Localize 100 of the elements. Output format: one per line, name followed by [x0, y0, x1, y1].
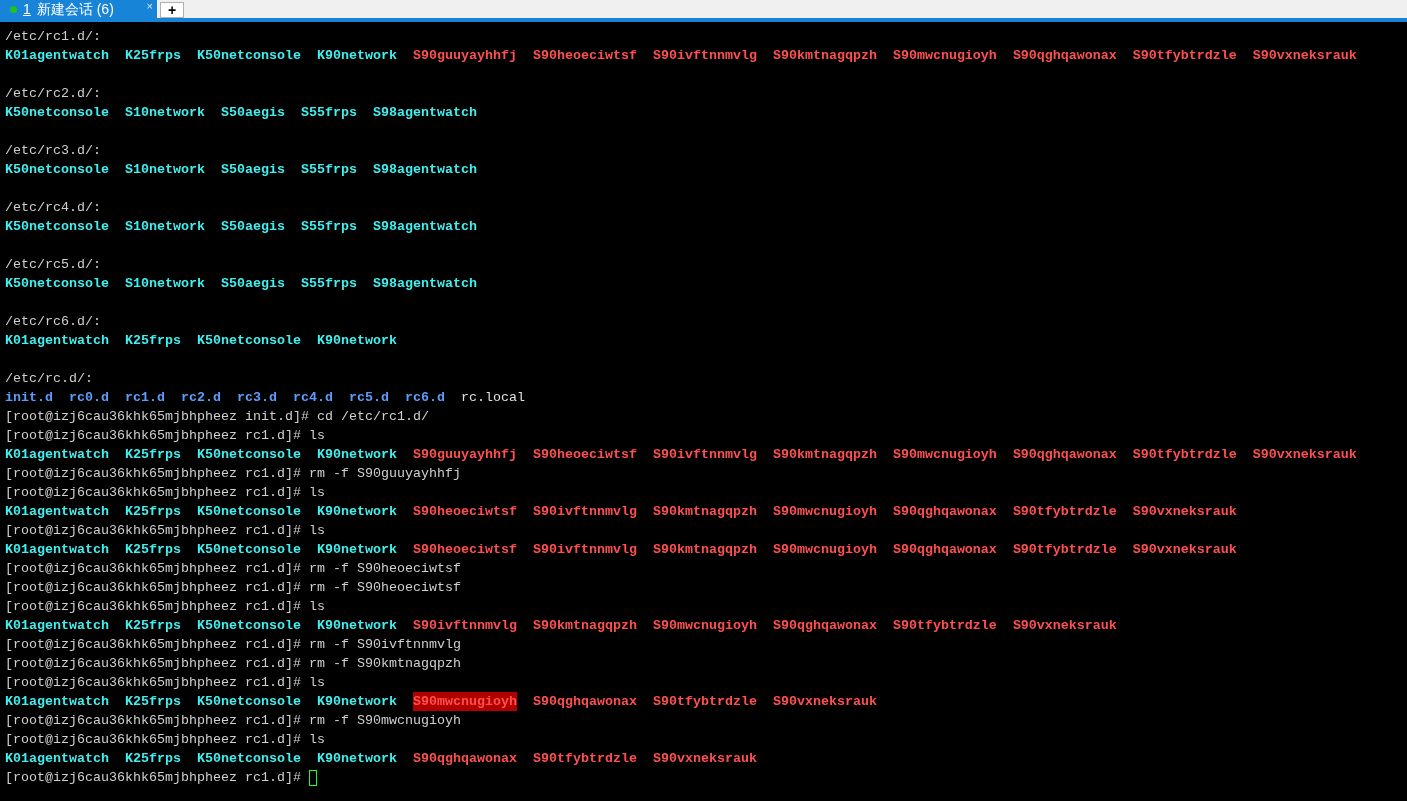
file-name: K25frps [125, 332, 181, 350]
file-name: K01agentwatch [5, 693, 109, 711]
file-name: S90mwcnugioyh [412, 692, 517, 711]
file-name: S50aegis [220, 161, 285, 179]
file-name: K90network [316, 693, 397, 711]
file-name: rc.local [461, 389, 525, 407]
file-name: S90heoeciwtsf [532, 47, 637, 65]
file-name: K50netconsole [5, 161, 109, 179]
file-name: S90qghqawonax [412, 750, 517, 768]
terminal-line: [root@izj6cau36khk65mjbhpheez rc1.d]# [5, 769, 301, 787]
session-tab[interactable]: 1 新建会话 (6) × [0, 0, 157, 18]
file-name: S90guuyayhhfj [412, 446, 517, 464]
file-name: S90vxneksrauk [1132, 503, 1237, 521]
file-name: S90heoeciwtsf [532, 446, 637, 464]
file-name: S90tfybtrdzle [532, 750, 637, 768]
file-name: S98agentwatch [372, 104, 477, 122]
file-name: S90ivftnnmvlg [532, 503, 637, 521]
file-name: S50aegis [220, 104, 285, 122]
file-name: K50netconsole [5, 218, 109, 236]
tab-title: 新建会话 (6) [36, 0, 114, 19]
file-name: S90kmtnagqpzh [772, 446, 877, 464]
file-name: S90kmtnagqpzh [652, 503, 757, 521]
file-name: S90heoeciwtsf [412, 541, 517, 559]
file-name: K01agentwatch [5, 47, 109, 65]
file-name: K50netconsole [197, 541, 301, 559]
file-name: K01agentwatch [5, 332, 109, 350]
terminal-line: /etc/rc.d/: [5, 370, 93, 388]
file-name: S90tfybtrdzle [1132, 47, 1237, 65]
file-name: K25frps [125, 446, 181, 464]
file-name: init.d [5, 389, 53, 407]
terminal-line: [root@izj6cau36khk65mjbhpheez rc1.d]# rm -f S90guuyayhhfj [5, 465, 461, 483]
file-name: S98agentwatch [372, 275, 477, 293]
file-name: S90mwcnugioyh [892, 446, 997, 464]
file-name: S55frps [300, 161, 357, 179]
file-name: K25frps [125, 541, 181, 559]
file-name: S90qghqawonax [532, 693, 637, 711]
file-name: S90tfybtrdzle [1012, 541, 1117, 559]
file-name: S90ivftnnmvlg [652, 446, 757, 464]
terminal-line: [root@izj6cau36khk65mjbhpheez rc1.d]# ls [5, 598, 325, 616]
file-name: S90tfybtrdzle [652, 693, 757, 711]
file-name: S98agentwatch [372, 218, 477, 236]
file-name: rc5.d [349, 389, 389, 407]
file-name: K01agentwatch [5, 541, 109, 559]
file-name: K01agentwatch [5, 750, 109, 768]
file-name: S90vxneksrauk [772, 693, 877, 711]
file-name: S90vxneksrauk [1252, 47, 1357, 65]
close-button[interactable]: × [146, 1, 153, 12]
file-name: S98agentwatch [372, 161, 477, 179]
file-name: K90network [316, 446, 397, 464]
file-name: S55frps [300, 104, 357, 122]
file-name: S10network [125, 161, 205, 179]
terminal-line: /etc/rc1.d/: [5, 28, 101, 46]
file-name: S50aegis [220, 218, 285, 236]
terminal-line: [root@izj6cau36khk65mjbhpheez rc1.d]# ls [5, 674, 325, 692]
file-name: S90tfybtrdzle [1132, 446, 1237, 464]
file-name: K90network [316, 332, 397, 350]
file-name: S90kmtnagqpzh [652, 541, 757, 559]
terminal-line: /etc/rc5.d/: [5, 256, 101, 274]
file-name: K90network [316, 617, 397, 635]
file-name: S10network [125, 275, 205, 293]
file-name: K50netconsole [197, 750, 301, 768]
terminal-line: /etc/rc2.d/: [5, 85, 101, 103]
file-name: S90ivftnnmvlg [532, 541, 637, 559]
file-name: S10network [125, 218, 205, 236]
file-name: K25frps [125, 693, 181, 711]
file-name: S90vxneksrauk [1132, 541, 1237, 559]
file-name: S90tfybtrdzle [892, 617, 997, 635]
file-name: S90qghqawonax [1012, 47, 1117, 65]
file-name: K25frps [125, 617, 181, 635]
terminal-line: [root@izj6cau36khk65mjbhpheez rc1.d]# ls [5, 427, 325, 445]
file-name: rc3.d [237, 389, 277, 407]
file-name: K50netconsole [5, 275, 109, 293]
file-name: S90kmtnagqpzh [532, 617, 637, 635]
terminal-line: [root@izj6cau36khk65mjbhpheez rc1.d]# ls [5, 484, 325, 502]
file-name: S10network [125, 104, 205, 122]
file-name: K50netconsole [197, 47, 301, 65]
file-name: S90heoeciwtsf [412, 503, 517, 521]
file-name: S90mwcnugioyh [652, 617, 757, 635]
file-name: K90network [316, 47, 397, 65]
file-name: K90network [316, 541, 397, 559]
file-name: K50netconsole [197, 503, 301, 521]
file-name: S55frps [300, 218, 357, 236]
file-name: S90tfybtrdzle [1012, 503, 1117, 521]
file-name: K01agentwatch [5, 617, 109, 635]
terminal-line: [root@izj6cau36khk65mjbhpheez rc1.d]# rm -f S90kmtnagqpzh [5, 655, 461, 673]
terminal-line: /etc/rc4.d/: [5, 199, 101, 217]
file-name: K01agentwatch [5, 503, 109, 521]
file-name: K25frps [125, 47, 181, 65]
terminal-line: /etc/rc3.d/: [5, 142, 101, 160]
tab-number: 1 [23, 0, 31, 19]
file-name: K50netconsole [197, 693, 301, 711]
terminal-line: [root@izj6cau36khk65mjbhpheez rc1.d]# ls [5, 522, 325, 540]
file-name: K90network [316, 750, 397, 768]
terminal-line: [root@izj6cau36khk65mjbhpheez rc1.d]# rm -f S90mwcnugioyh [5, 712, 461, 730]
file-name: S90kmtnagqpzh [772, 47, 877, 65]
new-tab-button[interactable]: + [160, 2, 184, 18]
file-name: S90ivftnnmvlg [412, 617, 517, 635]
file-name: K50netconsole [197, 617, 301, 635]
file-name: S90ivftnnmvlg [652, 47, 757, 65]
file-name: S90vxneksrauk [1012, 617, 1117, 635]
